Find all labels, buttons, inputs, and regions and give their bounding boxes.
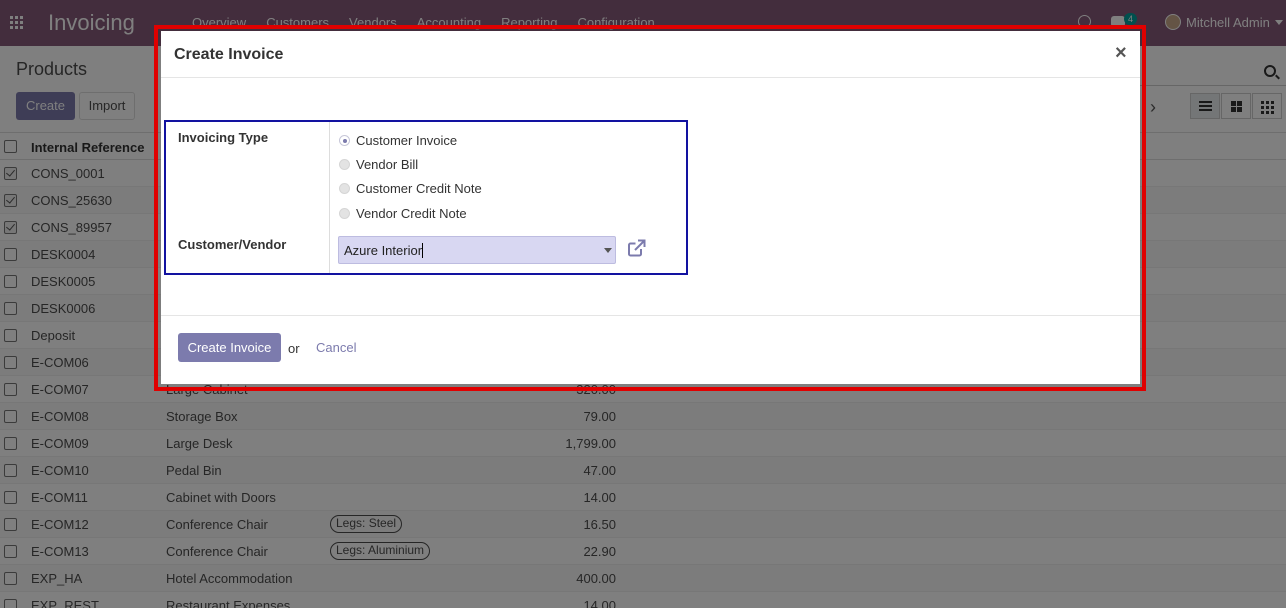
create-invoice-button[interactable]: Create Invoice (178, 333, 281, 362)
radio-label: Vendor Credit Note (356, 206, 467, 221)
cancel-button[interactable]: Cancel (316, 340, 356, 355)
radio-label: Customer Invoice (356, 133, 458, 148)
invoicing-type-label: Invoicing Type (178, 130, 269, 145)
invoice-form: Invoicing Type Customer Invoice Vendor B… (164, 120, 688, 275)
external-link-icon[interactable] (627, 239, 647, 257)
or-text: or (288, 341, 300, 356)
radio-vendor-bill[interactable]: Vendor Bill (339, 157, 418, 172)
customer-vendor-select[interactable]: Azure Interior (338, 236, 616, 264)
radio-label: Vendor Bill (356, 157, 419, 172)
dialog-header: Create Invoice × (161, 31, 1140, 78)
dialog-footer: Create Invoice or Cancel (161, 315, 1140, 384)
radio-customer-credit-note[interactable]: Customer Credit Note (339, 181, 482, 196)
radio-vendor-credit-note[interactable]: Vendor Credit Note (339, 206, 467, 221)
radio-button[interactable] (339, 183, 350, 194)
create-invoice-dialog: Create Invoice × Invoicing Type Customer… (161, 31, 1140, 384)
close-icon[interactable]: × (1115, 42, 1127, 65)
radio-button[interactable] (339, 135, 350, 146)
dialog-title: Create Invoice (174, 46, 284, 63)
radio-label: Customer Credit Note (356, 181, 482, 196)
radio-customer-invoice[interactable]: Customer Invoice (339, 133, 457, 148)
customer-vendor-label: Customer/Vendor (178, 237, 287, 252)
chevron-down-icon[interactable] (604, 248, 612, 253)
radio-button[interactable] (339, 208, 350, 219)
form-divider (329, 122, 330, 273)
radio-button[interactable] (339, 159, 350, 170)
customer-vendor-value[interactable]: Azure Interior (344, 243, 424, 258)
